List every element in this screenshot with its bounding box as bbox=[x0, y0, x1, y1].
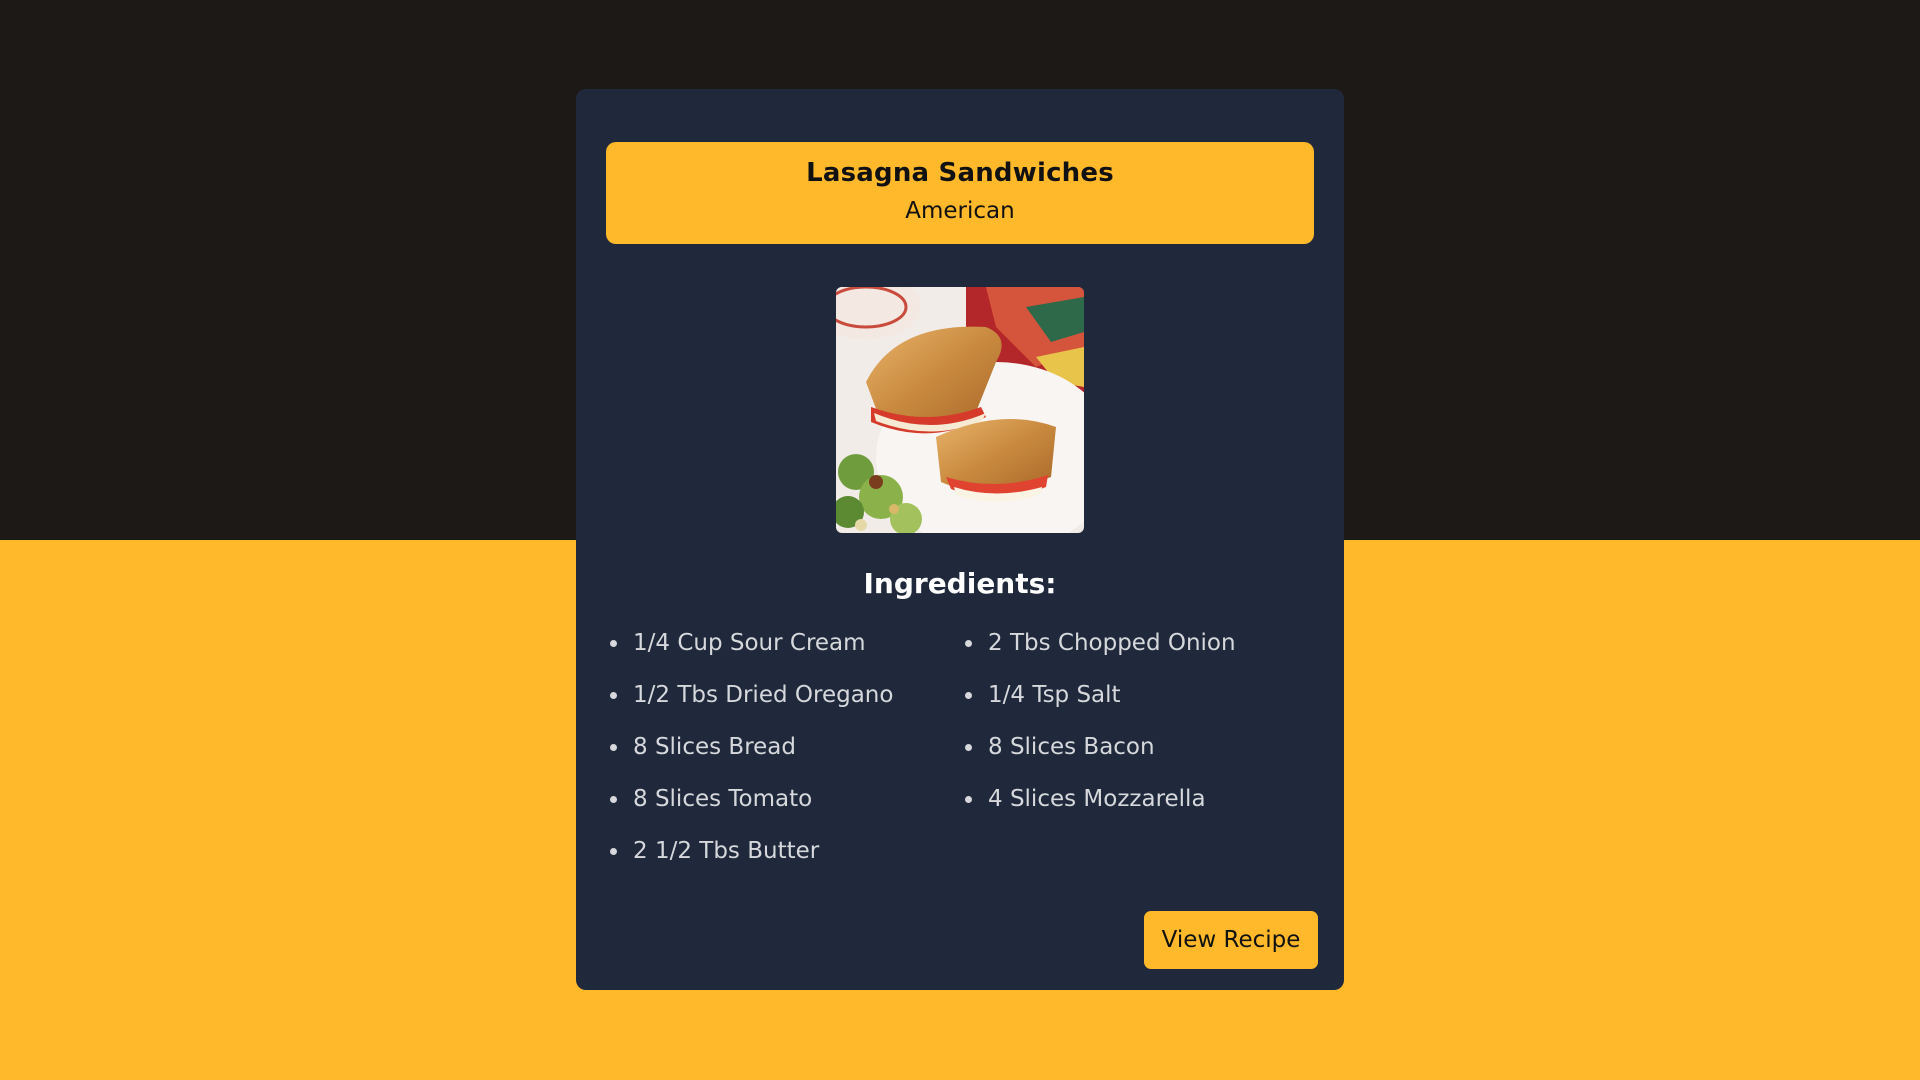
ingredient-item: 8 Slices Bread bbox=[606, 733, 893, 785]
bullet-icon bbox=[610, 848, 617, 855]
bullet-icon bbox=[610, 640, 617, 647]
ingredients-list-left: 1/4 Cup Sour Cream 1/2 Tbs Dried Oregano… bbox=[606, 629, 893, 889]
ingredient-item: 2 Tbs Chopped Onion bbox=[961, 629, 1236, 681]
ingredient-label: 2 Tbs Chopped Onion bbox=[988, 630, 1236, 656]
bullet-icon bbox=[965, 640, 972, 647]
ingredients-list-right: 2 Tbs Chopped Onion 1/4 Tsp Salt 8 Slice… bbox=[961, 629, 1236, 837]
ingredient-label: 8 Slices Bacon bbox=[988, 734, 1155, 760]
ingredient-label: 1/4 Cup Sour Cream bbox=[633, 630, 866, 656]
bullet-icon bbox=[610, 744, 617, 751]
recipe-header: Lasagna Sandwiches American bbox=[606, 142, 1314, 244]
bullet-icon bbox=[965, 692, 972, 699]
ingredient-item: 4 Slices Mozzarella bbox=[961, 785, 1236, 837]
ingredient-item: 1/4 Cup Sour Cream bbox=[606, 629, 893, 681]
ingredient-item: 8 Slices Tomato bbox=[606, 785, 893, 837]
bullet-icon bbox=[965, 744, 972, 751]
bullet-icon bbox=[965, 796, 972, 803]
ingredient-item: 1/2 Tbs Dried Oregano bbox=[606, 681, 893, 733]
bullet-icon bbox=[610, 796, 617, 803]
ingredient-label: 1/4 Tsp Salt bbox=[988, 682, 1121, 708]
recipe-card: Lasagna Sandwiches American Ingredients:… bbox=[576, 89, 1344, 990]
ingredient-label: 2 1/2 Tbs Butter bbox=[633, 838, 820, 864]
ingredient-label: 4 Slices Mozzarella bbox=[988, 786, 1206, 812]
bullet-icon bbox=[610, 692, 617, 699]
ingredient-item: 8 Slices Bacon bbox=[961, 733, 1236, 785]
view-recipe-button[interactable]: View Recipe bbox=[1144, 911, 1318, 969]
ingredient-label: 1/2 Tbs Dried Oregano bbox=[633, 682, 894, 708]
recipe-photo bbox=[836, 287, 1084, 533]
ingredient-label: 8 Slices Tomato bbox=[633, 786, 813, 812]
recipe-cuisine: American bbox=[905, 198, 1015, 224]
ingredients-heading: Ingredients: bbox=[863, 567, 1057, 600]
ingredient-item: 2 1/2 Tbs Butter bbox=[606, 837, 893, 889]
recipe-title: Lasagna Sandwiches bbox=[806, 158, 1114, 188]
ingredient-item: 1/4 Tsp Salt bbox=[961, 681, 1236, 733]
ingredient-label: 8 Slices Bread bbox=[633, 734, 796, 760]
